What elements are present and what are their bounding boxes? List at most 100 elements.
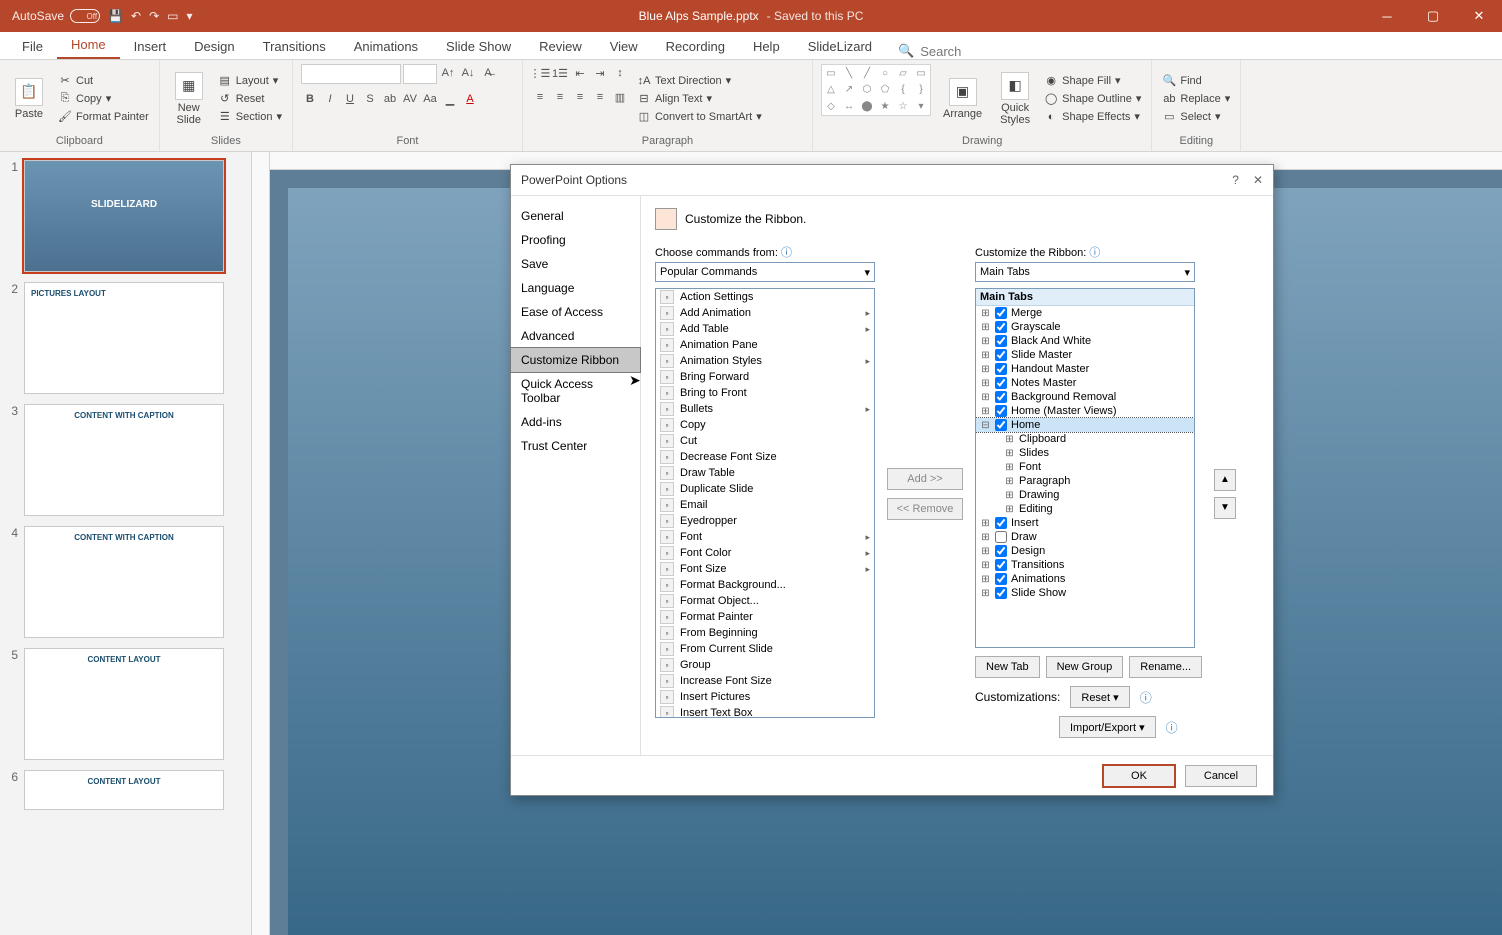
- command-item[interactable]: ▫Animation Styles▸: [656, 353, 874, 369]
- tree-checkbox[interactable]: [995, 559, 1007, 571]
- expand-icon[interactable]: ⊞: [980, 532, 991, 543]
- commands-listbox[interactable]: ▫Action Settings▫Add Animation▸▫Add Tabl…: [655, 288, 875, 718]
- qat-customize-icon[interactable]: ▾: [186, 9, 192, 23]
- opt-general[interactable]: General: [511, 204, 640, 228]
- tree-node[interactable]: ⊞Home (Master Views): [976, 404, 1194, 418]
- tree-child-node[interactable]: ⊞Editing: [976, 502, 1194, 516]
- slide-thumb-1[interactable]: SLIDELIZARD: [24, 160, 224, 272]
- command-item[interactable]: ▫Font Size▸: [656, 561, 874, 577]
- window-maximize-icon[interactable]: ▢: [1410, 0, 1456, 32]
- font-family-input[interactable]: [301, 64, 401, 84]
- command-item[interactable]: ▫Bring to Front: [656, 385, 874, 401]
- font-color-button[interactable]: A: [461, 90, 479, 108]
- indent-inc-button[interactable]: ⇥: [591, 64, 609, 82]
- opt-proofing[interactable]: Proofing: [511, 228, 640, 252]
- tree-node[interactable]: ⊟Home: [976, 418, 1194, 432]
- quick-styles-button[interactable]: ◧Quick Styles: [994, 64, 1036, 133]
- clear-format-icon[interactable]: A̶: [479, 64, 497, 82]
- new-slide-button[interactable]: ▦ New Slide: [168, 64, 210, 133]
- tab-view[interactable]: View: [596, 34, 652, 59]
- tree-node[interactable]: ⊞Animations: [976, 572, 1194, 586]
- shape-fill-button[interactable]: ◉Shape Fill ▾: [1042, 73, 1143, 89]
- command-item[interactable]: ▫Cut: [656, 433, 874, 449]
- tree-child-node[interactable]: ⊞Clipboard: [976, 432, 1194, 446]
- tab-slideshow[interactable]: Slide Show: [432, 34, 525, 59]
- window-minimize-icon[interactable]: ─: [1364, 0, 1410, 32]
- tab-animations[interactable]: Animations: [340, 34, 432, 59]
- expand-icon[interactable]: ⊞: [980, 350, 991, 361]
- opt-ease[interactable]: Ease of Access: [511, 300, 640, 324]
- tree-checkbox[interactable]: [995, 321, 1007, 333]
- tab-design[interactable]: Design: [180, 34, 248, 59]
- command-item[interactable]: ▫Add Table▸: [656, 321, 874, 337]
- command-item[interactable]: ▫From Beginning: [656, 625, 874, 641]
- numbering-button[interactable]: 1☰: [551, 64, 569, 82]
- expand-icon[interactable]: ⊞: [1004, 490, 1015, 501]
- spacing-button[interactable]: AV: [401, 90, 419, 108]
- command-item[interactable]: ▫Bullets▸: [656, 401, 874, 417]
- tree-node[interactable]: ⊞Transitions: [976, 558, 1194, 572]
- shape-effects-button[interactable]: ◐Shape Effects ▾: [1042, 109, 1143, 125]
- slide-thumb-5[interactable]: CONTENT LAYOUT: [24, 648, 224, 760]
- tree-child-node[interactable]: ⊞Font: [976, 460, 1194, 474]
- command-item[interactable]: ▫Font▸: [656, 529, 874, 545]
- shape-outline-button[interactable]: ◯Shape Outline ▾: [1042, 91, 1143, 107]
- expand-icon[interactable]: ⊞: [980, 588, 991, 599]
- slide-thumb-2[interactable]: PICTURES LAYOUT: [24, 282, 224, 394]
- customize-ribbon-combo[interactable]: Main Tabs▾: [975, 262, 1195, 282]
- tree-checkbox[interactable]: [995, 335, 1007, 347]
- tree-node[interactable]: ⊞Background Removal: [976, 390, 1194, 404]
- save-icon[interactable]: 💾: [108, 9, 123, 23]
- expand-icon[interactable]: ⊞: [980, 308, 991, 319]
- expand-icon[interactable]: ⊞: [980, 336, 991, 347]
- tab-insert[interactable]: Insert: [120, 34, 181, 59]
- indent-dec-button[interactable]: ⇤: [571, 64, 589, 82]
- reset-button[interactable]: ↺Reset: [216, 91, 284, 107]
- collapse-icon[interactable]: ⊟: [980, 420, 991, 431]
- replace-button[interactable]: abReplace ▾: [1160, 91, 1232, 107]
- command-item[interactable]: ▫Insert Text Box: [656, 705, 874, 718]
- tree-checkbox[interactable]: [995, 377, 1007, 389]
- opt-addins[interactable]: Add-ins: [511, 410, 640, 434]
- expand-icon[interactable]: ⊞: [980, 546, 991, 557]
- ribbon-tree[interactable]: Main Tabs ⊞Merge⊞Grayscale⊞Black And Whi…: [975, 288, 1195, 648]
- tree-checkbox[interactable]: [995, 391, 1007, 403]
- increase-font-icon[interactable]: A↑: [439, 64, 457, 82]
- align-left-button[interactable]: ≡: [531, 88, 549, 106]
- expand-icon[interactable]: ⊞: [980, 322, 991, 333]
- opt-advanced[interactable]: Advanced: [511, 324, 640, 348]
- tree-checkbox[interactable]: [995, 531, 1007, 543]
- align-right-button[interactable]: ≡: [571, 88, 589, 106]
- tree-checkbox[interactable]: [995, 517, 1007, 529]
- justify-button[interactable]: ≡: [591, 88, 609, 106]
- command-item[interactable]: ▫From Current Slide: [656, 641, 874, 657]
- tree-child-node[interactable]: ⊞Paragraph: [976, 474, 1194, 488]
- command-item[interactable]: ▫Bring Forward: [656, 369, 874, 385]
- paste-button[interactable]: 📋 Paste: [8, 64, 50, 133]
- opt-qat[interactable]: Quick Access Toolbar: [511, 372, 640, 410]
- copy-button[interactable]: ⎘Copy ▾: [56, 91, 151, 107]
- new-group-button[interactable]: New Group: [1046, 656, 1124, 678]
- tree-node[interactable]: ⊞Handout Master: [976, 362, 1194, 376]
- rename-button[interactable]: Rename...: [1129, 656, 1202, 678]
- italic-button[interactable]: I: [321, 90, 339, 108]
- command-item[interactable]: ▫Decrease Font Size: [656, 449, 874, 465]
- command-item[interactable]: ▫Format Background...: [656, 577, 874, 593]
- expand-icon[interactable]: ⊞: [1004, 448, 1015, 459]
- remove-button[interactable]: << Remove: [887, 498, 963, 520]
- expand-icon[interactable]: ⊞: [980, 392, 991, 403]
- bullets-button[interactable]: ⋮☰: [531, 64, 549, 82]
- tree-checkbox[interactable]: [995, 405, 1007, 417]
- section-button[interactable]: ☰Section ▾: [216, 109, 284, 125]
- close-icon[interactable]: ✕: [1253, 173, 1263, 187]
- tell-me-search[interactable]: 🔍 Search: [898, 43, 961, 59]
- expand-icon[interactable]: ⊞: [980, 364, 991, 375]
- info-icon[interactable]: ⓘ: [781, 247, 792, 259]
- new-tab-button[interactable]: New Tab: [975, 656, 1040, 678]
- expand-icon[interactable]: ⊞: [1004, 434, 1015, 445]
- tab-help[interactable]: Help: [739, 34, 794, 59]
- move-down-button[interactable]: ▼: [1214, 497, 1236, 519]
- tree-node[interactable]: ⊞Design: [976, 544, 1194, 558]
- expand-icon[interactable]: ⊞: [1004, 504, 1015, 515]
- autosave-toggle[interactable]: AutoSave Off: [12, 9, 100, 23]
